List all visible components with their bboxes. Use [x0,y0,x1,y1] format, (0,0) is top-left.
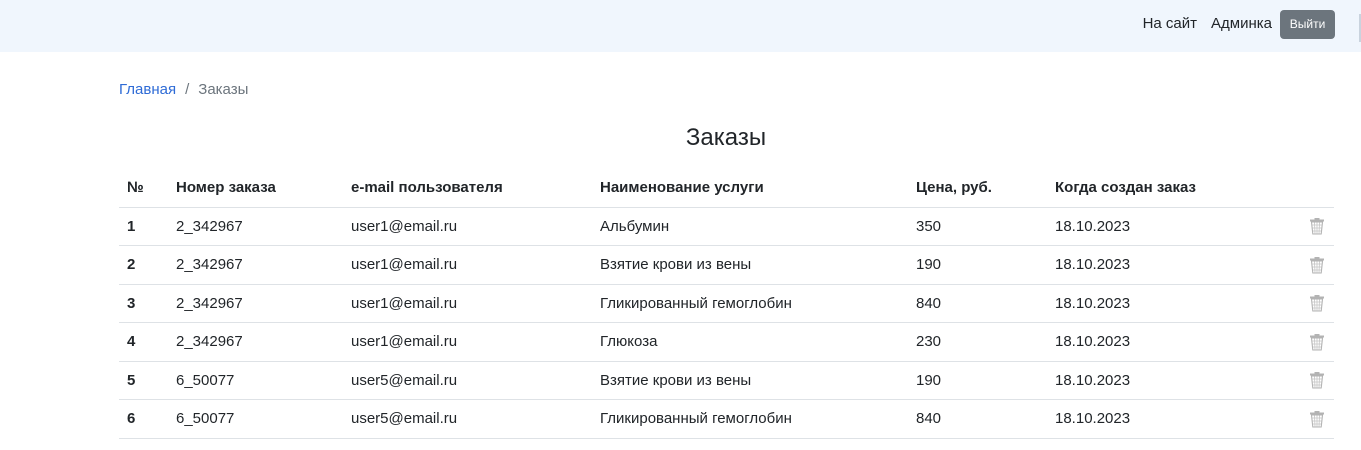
cell-order-number: 2_342967 [168,322,343,362]
trash-icon[interactable] [1308,217,1326,235]
column-header-number: № [119,169,168,208]
breadcrumb-separator: / [185,81,190,98]
cell-user-email: user5@email.ru [343,361,592,400]
table-row: 1 2_342967 user1@email.ru Альбумин 350 1… [119,207,1334,246]
cell-created-at: 18.10.2023 [1047,207,1237,246]
orders-table: № Номер заказа e-mail пользователя Наиме… [119,169,1334,439]
cell-actions [1237,399,1334,439]
cell-service-name: Взятие крови из вены [592,361,908,400]
cell-actions [1237,322,1334,362]
cell-price: 190 [908,245,1047,285]
cell-created-at: 18.10.2023 [1047,322,1237,362]
cell-user-email: user1@email.ru [343,207,592,246]
cell-user-email: user5@email.ru [343,399,592,439]
cell-actions [1237,207,1334,246]
table-row: 4 2_342967 user1@email.ru Глюкоза 230 18… [119,322,1334,362]
cell-row-number: 5 [119,361,168,400]
cell-row-number: 6 [119,399,168,439]
page-title: Заказы [685,124,767,151]
trash-icon[interactable] [1308,294,1326,312]
trash-icon[interactable] [1308,256,1326,274]
breadcrumb-current: Заказы [198,81,249,98]
navbar-links: На сайт Админка Выйти [1143,0,1335,48]
cell-user-email: user1@email.ru [343,322,592,362]
trash-icon[interactable] [1308,410,1326,428]
logout-button[interactable]: Выйти [1280,9,1335,39]
cell-order-number: 6_50077 [168,399,343,439]
cell-order-number: 2_342967 [168,284,343,323]
cell-price: 840 [908,284,1047,323]
cell-price: 350 [908,207,1047,246]
cell-actions [1237,245,1334,285]
cell-actions [1237,361,1334,400]
cell-user-email: user1@email.ru [343,284,592,323]
cell-order-number: 6_50077 [168,361,343,400]
trash-icon[interactable] [1308,333,1326,351]
cell-created-at: 18.10.2023 [1047,361,1237,400]
cell-created-at: 18.10.2023 [1047,245,1237,285]
table-header-row: № Номер заказа e-mail пользователя Наиме… [119,169,1334,208]
column-header-actions [1237,169,1334,208]
cell-service-name: Гликированный гемоглобин [592,284,908,323]
table-row: 2 2_342967 user1@email.ru Взятие крови и… [119,245,1334,285]
cell-service-name: Альбумин [592,207,908,246]
trash-icon[interactable] [1308,371,1326,389]
cell-price: 230 [908,322,1047,362]
cell-service-name: Взятие крови из вены [592,245,908,285]
table-row: 3 2_342967 user1@email.ru Гликированный … [119,284,1334,323]
cell-created-at: 18.10.2023 [1047,399,1237,439]
column-header-price: Цена, руб. [908,169,1047,208]
breadcrumb: Главная / Заказы [119,80,248,100]
cell-order-number: 2_342967 [168,207,343,246]
cell-service-name: Глюкоза [592,322,908,362]
cell-row-number: 2 [119,245,168,285]
column-header-order-number: Номер заказа [168,169,343,208]
cell-order-number: 2_342967 [168,245,343,285]
top-navbar: На сайт Админка Выйти [0,0,1361,52]
column-header-service-name: Наименование услуги [592,169,908,208]
breadcrumb-home-link[interactable]: Главная [119,80,176,100]
cell-price: 190 [908,361,1047,400]
cell-actions [1237,284,1334,323]
cell-user-email: user1@email.ru [343,245,592,285]
admin-link[interactable]: Админка [1211,14,1272,34]
cell-service-name: Гликированный гемоглобин [592,399,908,439]
cell-row-number: 1 [119,207,168,246]
cell-row-number: 4 [119,322,168,362]
column-header-user-email: e-mail пользователя [343,169,592,208]
cell-price: 840 [908,399,1047,439]
site-link[interactable]: На сайт [1143,14,1197,34]
cell-created-at: 18.10.2023 [1047,284,1237,323]
cell-row-number: 3 [119,284,168,323]
table-row: 5 6_50077 user5@email.ru Взятие крови из… [119,361,1334,400]
column-header-created-at: Когда создан заказ [1047,169,1237,208]
table-row: 6 6_50077 user5@email.ru Гликированный г… [119,399,1334,439]
